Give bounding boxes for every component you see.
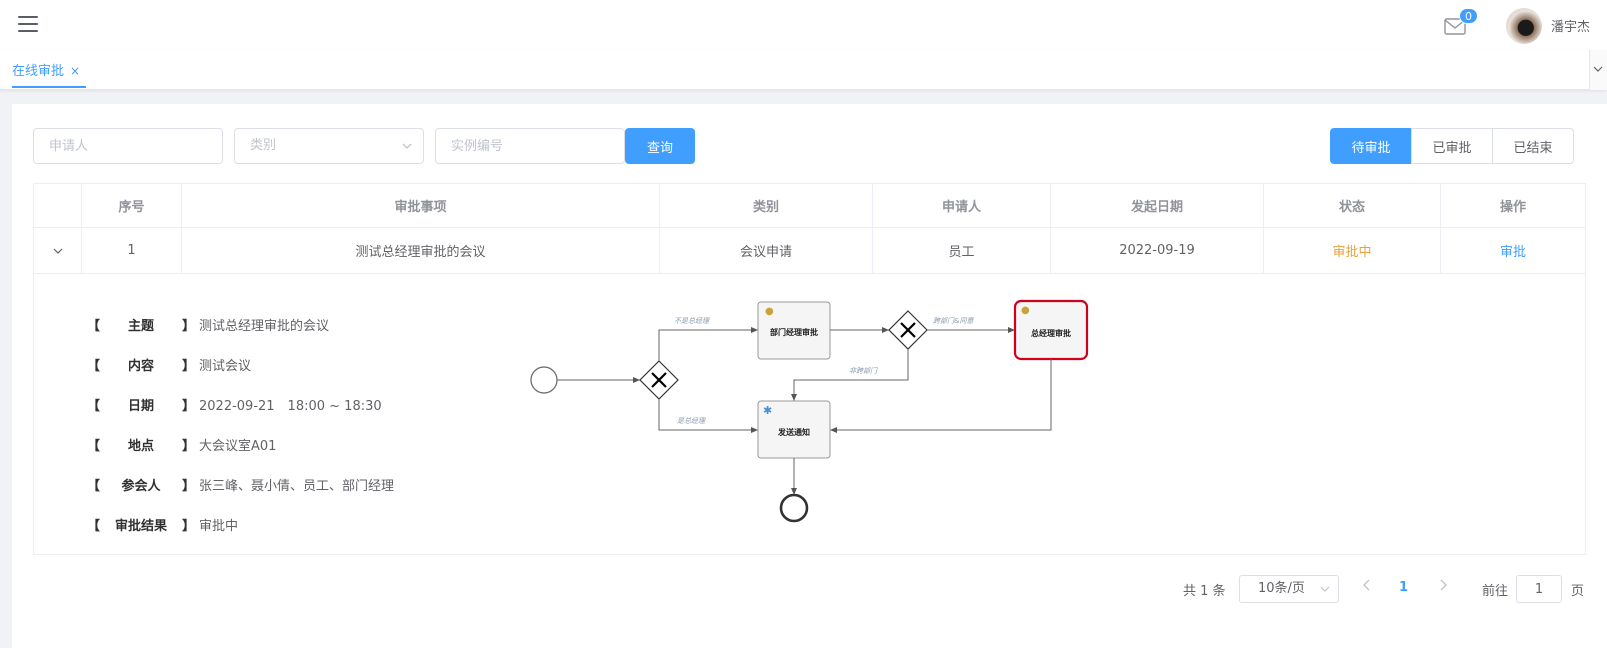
detail-value: 2022-09-21 18:00 ~ 18:30 xyxy=(199,398,382,414)
chevron-down-icon xyxy=(53,248,62,254)
table-row: 1 测试总经理审批的会议 会议申请 员工 2022-09-19 审批中 审批 xyxy=(34,228,1585,274)
approval-table: 序号 审批事项 类别 申请人 发起日期 状态 操作 1 测试总经理审批的会议 会… xyxy=(33,183,1586,555)
detail-value: 测试总经理审批的会议 xyxy=(199,318,330,334)
status-tab-group: 待审批 已审批 已结束 xyxy=(1330,128,1574,164)
close-icon[interactable]: × xyxy=(70,64,80,78)
detail-value: 测试会议 xyxy=(199,358,252,374)
applicant-input[interactable] xyxy=(33,128,223,164)
cell-status: 审批中 xyxy=(1264,228,1441,273)
avatar[interactable] xyxy=(1506,8,1542,44)
detail-label: 参会人 xyxy=(121,478,161,494)
header-expand xyxy=(34,184,82,227)
task-dept-manager[interactable]: ● 部门经理审批 xyxy=(757,301,831,360)
cell-category: 会议申请 xyxy=(660,228,873,273)
header-index: 序号 xyxy=(82,184,182,227)
bpmn-process-diagram: 不是总经理 是总经理 ● 部门经理审批 跨部门&同意 非跨部门 ● 总经理审批 … xyxy=(530,299,1089,523)
detail-value: 张三峰、聂小倩、员工、部门经理 xyxy=(199,478,395,494)
tab-approved[interactable]: 已审批 xyxy=(1411,128,1493,164)
detail-row-location: 【地点】 大会议室A01 xyxy=(87,424,394,464)
chevron-left-icon[interactable] xyxy=(1362,578,1372,592)
detail-label: 日期 xyxy=(127,398,154,414)
detail-label: 审批结果 xyxy=(114,518,167,534)
header-item: 审批事项 xyxy=(182,184,660,227)
tab-finished[interactable]: 已结束 xyxy=(1492,128,1574,164)
gear-icon: ✱ xyxy=(763,404,772,417)
expanded-row-detail: 【主题】 测试总经理审批的会议 【内容】 测试会议 【日期】 2022-09-2… xyxy=(34,274,1585,554)
cell-applicant: 员工 xyxy=(873,228,1051,273)
detail-row-result: 【审批结果】 审批中 xyxy=(87,504,394,544)
header-date: 发起日期 xyxy=(1051,184,1264,227)
tag-label: 在线审批 xyxy=(12,64,65,79)
tags-view-bar: 在线审批 × xyxy=(0,50,1607,90)
detail-label: 内容 xyxy=(127,358,154,374)
page-size-label: 10条/页 xyxy=(1258,581,1305,596)
header-category: 类别 xyxy=(660,184,873,227)
page-size-select[interactable]: 10条/页 xyxy=(1239,575,1339,603)
detail-value: 大会议室A01 xyxy=(199,438,277,454)
page-jump-input[interactable] xyxy=(1516,575,1562,603)
detail-row-content: 【内容】 测试会议 xyxy=(87,344,394,384)
detail-value: 审批中 xyxy=(199,518,239,534)
chevron-down-icon xyxy=(402,143,412,149)
task-general-manager[interactable]: ● 总经理审批 xyxy=(1013,299,1089,361)
detail-row-attendees: 【参会人】 张三峰、聂小倩、员工、部门经理 xyxy=(87,464,394,504)
header-status: 状态 xyxy=(1264,184,1441,227)
user-icon: ● xyxy=(765,306,774,317)
end-event xyxy=(779,493,809,523)
chevron-down-icon xyxy=(1593,66,1603,72)
tag-online-approval[interactable]: 在线审批 × xyxy=(12,60,87,88)
tab-pending[interactable]: 待审批 xyxy=(1330,128,1412,164)
user-icon: ● xyxy=(1021,305,1030,316)
edge-label-not-cross: 非跨部门 xyxy=(849,367,878,375)
expand-toggle[interactable] xyxy=(34,228,82,273)
detail-label: 主题 xyxy=(127,318,154,334)
detail-row-date: 【日期】 2022-09-21 18:00 ~ 18:30 xyxy=(87,384,394,424)
header-action: 操作 xyxy=(1499,200,1526,215)
edge-label-is-gm: 是总经理 xyxy=(677,417,706,425)
cell-index: 1 xyxy=(82,228,182,273)
edge-label-not-gm: 不是总经理 xyxy=(674,317,710,325)
page-number-current[interactable]: 1 xyxy=(1399,580,1408,595)
category-select[interactable]: 类别 xyxy=(234,128,424,164)
cell-item: 测试总经理审批的会议 xyxy=(182,228,660,273)
category-placeholder: 类别 xyxy=(250,138,277,153)
tags-scroll-button[interactable] xyxy=(1589,50,1607,90)
detail-label: 地点 xyxy=(127,438,154,454)
cell-date: 2022-09-19 xyxy=(1051,228,1264,273)
pagination-page-unit: 页 xyxy=(1571,584,1585,599)
table-header-row: 序号 审批事项 类别 申请人 发起日期 状态 操作 xyxy=(34,184,1585,228)
start-event xyxy=(530,366,558,394)
exclusive-gateway-2 xyxy=(888,310,928,350)
svg-text:部门经理审批: 部门经理审批 xyxy=(770,327,818,337)
chevron-down-icon xyxy=(1320,586,1330,592)
username[interactable]: 潘宇杰 xyxy=(1551,16,1590,35)
svg-text:发送通知: 发送通知 xyxy=(777,427,810,437)
hamburger-menu-icon[interactable] xyxy=(18,16,38,33)
top-navbar: 0 潘宇杰 xyxy=(0,0,1607,50)
detail-row-subject: 【主题】 测试总经理审批的会议 xyxy=(87,304,394,344)
edge-label-cross-dept: 跨部门&同意 xyxy=(933,317,974,325)
chevron-right-icon[interactable] xyxy=(1438,578,1448,592)
svg-text:总经理审批: 总经理审批 xyxy=(1031,328,1071,338)
instance-number-input[interactable] xyxy=(435,128,625,164)
mail-badge: 0 xyxy=(1459,8,1478,24)
search-button[interactable]: 查询 xyxy=(625,128,695,164)
meeting-detail: 【主题】 测试总经理审批的会议 【内容】 测试会议 【日期】 2022-09-2… xyxy=(87,304,394,544)
header-applicant: 申请人 xyxy=(873,184,1051,227)
pagination-total: 共 1 条 xyxy=(1183,584,1226,599)
pagination-goto-label: 前往 xyxy=(1482,584,1509,599)
task-send-notification[interactable]: ✱ 发送通知 xyxy=(757,400,831,459)
approve-link[interactable]: 审批 xyxy=(1441,228,1585,273)
exclusive-gateway-1 xyxy=(639,360,679,400)
